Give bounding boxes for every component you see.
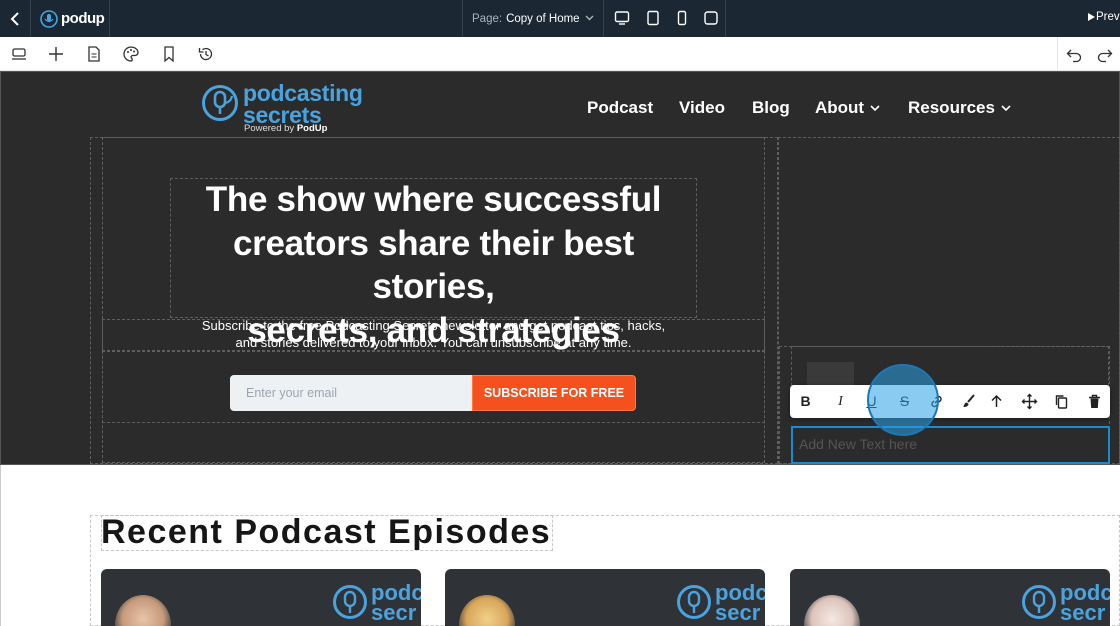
chevron-down-icon: [585, 15, 594, 21]
page-selector[interactable]: Page: Copy of Home: [462, 0, 604, 37]
hero-title[interactable]: The show where successful creators share…: [170, 178, 697, 350]
editing-text-box[interactable]: Add New Text here: [791, 426, 1110, 464]
nav-about[interactable]: About: [815, 98, 880, 118]
hero-title-line: creators share their best stories,: [232, 223, 635, 307]
click-highlight: [867, 364, 939, 436]
back-button[interactable]: [0, 0, 31, 37]
page-selector-value: Copy of Home: [506, 12, 580, 25]
recent-episodes-heading[interactable]: Recent Podcast Episodes: [101, 513, 551, 552]
chevron-down-icon: [1001, 104, 1011, 111]
guest-photo: [804, 595, 860, 626]
redo-icon[interactable]: [1096, 45, 1114, 63]
episode-card[interactable]: podc secr: [790, 569, 1110, 626]
move-icon[interactable]: [1021, 393, 1038, 410]
app-logo-text: podup: [61, 10, 105, 27]
podup-logo-icon: [40, 9, 58, 28]
site-logo[interactable]: podcasting secrets Powered by PodUp: [201, 82, 371, 134]
pages-icon[interactable]: [85, 45, 103, 63]
duplicate-icon[interactable]: [1053, 393, 1070, 410]
toolbar-divider: [1057, 37, 1058, 71]
nav-blog[interactable]: Blog: [752, 98, 790, 118]
nav-podcast[interactable]: Podcast: [587, 98, 653, 118]
italic-button[interactable]: I: [832, 393, 849, 410]
card-logo: podc secr: [331, 577, 421, 626]
undo-icon[interactable]: [1065, 45, 1083, 63]
square-view-icon[interactable]: [703, 10, 719, 26]
card-logo-text: podc secr: [371, 580, 421, 625]
nav-video[interactable]: Video: [679, 98, 725, 118]
page-selector-label: Page:: [472, 12, 503, 25]
subscribe-button[interactable]: SUBSCRIBE FOR FREE: [472, 375, 636, 411]
card-logo-text: podc secr: [715, 580, 765, 625]
history-icon[interactable]: [197, 45, 215, 63]
episode-card[interactable]: podc secr: [101, 569, 421, 626]
app-logo[interactable]: podup: [31, 0, 110, 37]
guest-photo: [459, 595, 515, 626]
chevron-down-icon: [870, 104, 880, 111]
paint-brush-icon[interactable]: [960, 393, 977, 410]
text-format-toolbar: B I U S: [790, 385, 1110, 418]
add-element-icon[interactable]: [47, 45, 65, 63]
powered-by-text: Powered by PodUp: [244, 123, 328, 134]
hero-title-line: The show where successful: [205, 180, 662, 219]
card-logo: podc secr: [1020, 577, 1110, 626]
device-switcher: [605, 0, 726, 37]
microphone-logo-icon: [333, 585, 367, 619]
nav-resources[interactable]: Resources: [908, 98, 1011, 118]
preview-button[interactable]: Prev: [1087, 11, 1120, 23]
card-logo: podc secr: [675, 577, 765, 626]
email-input[interactable]: Enter your email: [230, 375, 474, 411]
site-logo-text: podcasting secrets: [243, 80, 363, 128]
play-icon: [1088, 13, 1095, 21]
layers-icon[interactable]: [10, 45, 28, 63]
bold-button[interactable]: B: [797, 393, 814, 410]
guest-photo: [115, 595, 171, 626]
palette-icon[interactable]: [122, 45, 140, 63]
bookmark-icon[interactable]: [160, 45, 178, 63]
preview-label: Prev: [1096, 11, 1120, 23]
arrow-up-icon[interactable]: [988, 393, 1005, 410]
microphone-logo-icon: [1022, 585, 1056, 619]
editor-top-bar: podup Page: Copy of Home Prev: [0, 0, 1120, 37]
microphone-logo-icon: [202, 85, 238, 121]
card-logo-text: podc secr: [1060, 580, 1110, 625]
trash-icon[interactable]: [1086, 393, 1103, 410]
chevron-left-icon: [10, 11, 19, 26]
desktop-view-icon[interactable]: [614, 10, 630, 26]
episode-card[interactable]: podc secr: [445, 569, 765, 626]
tablet-landscape-icon[interactable]: [645, 10, 661, 26]
microphone-logo-icon: [677, 585, 711, 619]
mobile-view-icon[interactable]: [674, 10, 690, 26]
hero-subtitle[interactable]: Subscribe to the free Podcasting Secrets…: [102, 318, 765, 351]
hero-subtitle-line: Subscribe to the free Podcasting Secrets…: [201, 318, 666, 333]
hero-subtitle-line: and stories delivered to your inbox. You…: [235, 334, 632, 350]
editor-toolbar: [0, 37, 1120, 71]
